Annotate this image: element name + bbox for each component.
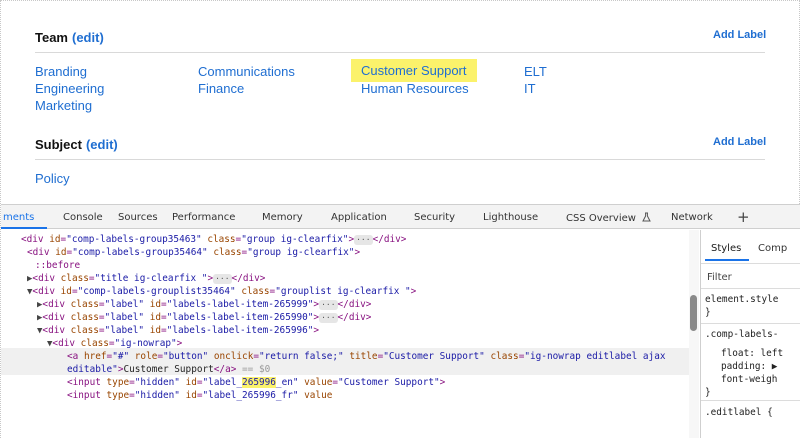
- dom-node[interactable]: ▼<div id="comp-labels-grouplist35464" cl…: [27, 285, 416, 299]
- elements-tree[interactable]: <div id="comp-labels-group35463" class="…: [1, 230, 699, 438]
- styles-divider: [701, 323, 800, 324]
- label-policy[interactable]: Policy: [35, 171, 70, 186]
- tab-css-overview-label: CSS Overview: [566, 213, 636, 224]
- label-it[interactable]: IT: [524, 81, 536, 96]
- team-title: Team: [35, 30, 68, 45]
- elements-scrollbar-thumb[interactable]: [690, 295, 697, 331]
- subject-edit-link[interactable]: (edit): [86, 137, 118, 152]
- dom-node-selected[interactable]: <a href="#" role="button" onclick="retur…: [67, 350, 665, 363]
- ellipsis-icon[interactable]: ···: [319, 312, 338, 323]
- dom-node[interactable]: <input type="hidden" id="label_265996_fr…: [67, 389, 332, 402]
- styles-divider: [701, 400, 800, 401]
- dom-node[interactable]: ▼<div class="label" id="labels-label-ite…: [37, 324, 319, 338]
- dom-node[interactable]: ▶<div class="title ig-clearfix "> ··· </di…: [27, 272, 265, 286]
- rule-close-brace: }: [705, 387, 711, 398]
- tab-lighthouse[interactable]: Lighthouse: [483, 212, 538, 223]
- dom-node[interactable]: <div id="comp-labels-group35464" class="…: [27, 246, 360, 259]
- styles-tab-indicator: [705, 259, 749, 261]
- label-customer-support[interactable]: Customer Support: [351, 59, 477, 82]
- devtools-tab-bar: ments Console Sources Performance Memory…: [1, 205, 800, 229]
- styles-divider: [701, 288, 800, 289]
- dom-pseudo-element[interactable]: ::before: [35, 259, 80, 272]
- tab-application[interactable]: Application: [331, 212, 387, 223]
- dom-node[interactable]: ▶<div class="label" id="labels-label-ite…: [37, 311, 371, 325]
- label-elt[interactable]: ELT: [524, 64, 547, 79]
- tab-security[interactable]: Security: [414, 212, 455, 223]
- tab-computed[interactable]: Comp: [758, 243, 787, 254]
- subject-title: Subject: [35, 137, 82, 152]
- tab-performance[interactable]: Performance: [172, 212, 235, 223]
- rule-property-float[interactable]: float: left: [721, 348, 783, 360]
- ellipsis-icon[interactable]: ···: [213, 273, 232, 284]
- rule-close-brace: }: [705, 307, 711, 318]
- tab-styles[interactable]: Styles: [711, 243, 741, 254]
- team-edit-link[interactable]: (edit): [72, 30, 104, 45]
- rule-property-padding[interactable]: padding: ▶: [721, 361, 777, 373]
- window: Team (edit) Add Label Branding Communicat…: [0, 0, 800, 438]
- label-marketing[interactable]: Marketing: [35, 98, 92, 113]
- dom-node-selected-continuation[interactable]: editable">Customer Support</a> == $0: [67, 363, 270, 376]
- styles-divider: [701, 263, 800, 264]
- subject-add-label-link[interactable]: Add Label: [713, 136, 766, 148]
- search-match-highlight: 265996: [242, 377, 276, 388]
- team-heading: Team (edit): [35, 30, 104, 45]
- elements-scrollbar-track[interactable]: [689, 230, 699, 438]
- label-branding[interactable]: Branding: [35, 64, 87, 79]
- tab-css-overview[interactable]: CSS Overview: [566, 212, 651, 224]
- flask-icon: [642, 212, 651, 222]
- subject-heading: Subject (edit): [35, 137, 118, 152]
- styles-panel: Styles Comp Filter element.style } .comp…: [700, 230, 800, 438]
- rule-element-style-selector[interactable]: element.style: [705, 294, 778, 306]
- tab-memory[interactable]: Memory: [262, 212, 303, 223]
- label-engineering[interactable]: Engineering: [35, 81, 104, 96]
- dom-node[interactable]: <input type="hidden" id="label_265996_en…: [67, 376, 445, 389]
- dom-node[interactable]: ▶<div class="label" id="labels-label-ite…: [37, 298, 371, 312]
- styles-filter-input[interactable]: Filter: [707, 272, 732, 283]
- tab-console[interactable]: Console: [63, 212, 103, 223]
- selected-node-marker: == $0: [242, 364, 271, 375]
- tab-network[interactable]: Network: [671, 212, 713, 223]
- team-add-label-link[interactable]: Add Label: [713, 29, 766, 41]
- subject-divider: [35, 159, 765, 160]
- ellipsis-icon[interactable]: ···: [319, 299, 338, 310]
- label-communications[interactable]: Communications: [198, 64, 295, 79]
- more-tabs-icon[interactable]: +: [737, 208, 750, 226]
- rule-editlabel-selector[interactable]: .editlabel {: [705, 407, 773, 419]
- tab-sources[interactable]: Sources: [118, 212, 158, 223]
- team-divider: [35, 52, 765, 53]
- label-finance[interactable]: Finance: [198, 81, 244, 96]
- label-human-resources[interactable]: Human Resources: [361, 81, 469, 96]
- ellipsis-icon[interactable]: ···: [354, 234, 373, 245]
- dom-node[interactable]: <div id="comp-labels-group35463" class="…: [21, 233, 406, 246]
- active-tab-indicator: [1, 227, 47, 229]
- tab-elements[interactable]: ments: [3, 212, 34, 223]
- rule-comp-labels-selector[interactable]: .comp-labels-: [705, 329, 778, 341]
- devtools-panel: ments Console Sources Performance Memory…: [1, 204, 800, 438]
- rule-property-font-weight[interactable]: font-weigh: [721, 374, 777, 386]
